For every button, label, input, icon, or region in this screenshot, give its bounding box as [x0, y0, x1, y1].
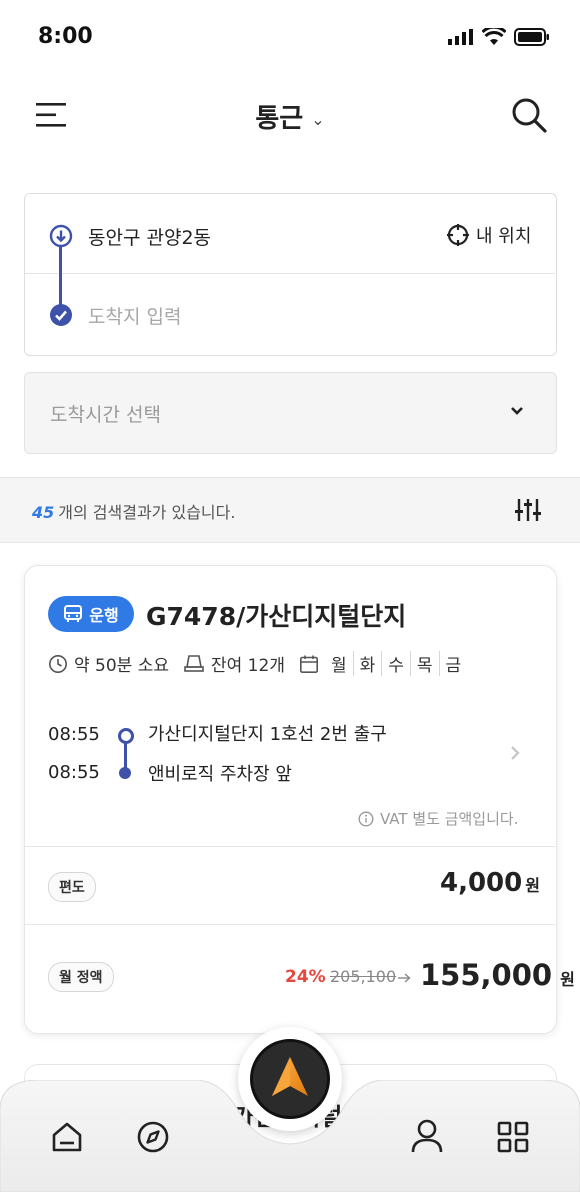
- oneway-label: 편도: [48, 872, 96, 902]
- monthly-currency: 원: [560, 970, 575, 989]
- info-icon: [358, 810, 374, 827]
- results-summary: 45 개의 검색결과가 있습니다.: [32, 499, 235, 523]
- battery-icon: [514, 28, 549, 46]
- days-item: 월 화 수 목 금: [299, 651, 467, 676]
- filter-button[interactable]: [514, 496, 542, 524]
- day-tue: 화: [354, 651, 383, 676]
- vat-note-text: VAT 별도 금액입니다.: [380, 810, 519, 828]
- oneway-price-value: 4,000: [440, 868, 523, 898]
- day-mon: 월: [325, 651, 354, 676]
- navigation-arrow-icon: [272, 1057, 308, 1096]
- compass-icon: [137, 1121, 169, 1153]
- signal-icon: [448, 29, 473, 45]
- arrival-time: 08:55: [48, 762, 100, 783]
- nav-explore[interactable]: [136, 1120, 170, 1154]
- status-badge: 운행: [48, 596, 134, 632]
- destination-input[interactable]: 도착지 입력: [88, 302, 181, 329]
- my-location-label: 내 위치: [476, 226, 532, 247]
- search-icon: [512, 98, 547, 133]
- bus-icon: [64, 605, 83, 622]
- oneway-price: 4,000 원: [440, 868, 540, 898]
- departure-stop: 가산디지털단지 1호선 2번 출구: [148, 724, 387, 745]
- seats-text: 잔여 12개: [211, 656, 285, 676]
- monthly-label: 월 정액: [48, 962, 114, 992]
- grid-icon: [497, 1121, 529, 1153]
- status-time: 8:00: [38, 24, 93, 49]
- status-badge-label: 운행: [89, 606, 119, 625]
- oneway-currency: 원: [525, 876, 540, 895]
- results-suffix: 개의 검색결과가 있습니다.: [58, 503, 236, 522]
- status-icons: [448, 28, 550, 46]
- page-title: 통근: [255, 104, 304, 134]
- user-icon: [411, 1119, 443, 1153]
- price-divider: [25, 846, 555, 847]
- discount-rate: 24%: [285, 967, 326, 987]
- departure-stop-marker: [118, 728, 134, 744]
- chevron-right-icon[interactable]: [508, 744, 522, 762]
- results-count: 45: [32, 503, 55, 522]
- arrival-stop-marker: [119, 767, 131, 779]
- duration-text: 약 50분 소요: [74, 656, 169, 676]
- route-meta: 약 50분 소요 잔여 12개 월 화 수 목 금: [48, 651, 481, 676]
- nav-profile[interactable]: [410, 1118, 444, 1154]
- nav-home[interactable]: [50, 1120, 84, 1154]
- vat-note: VAT 별도 금액입니다.: [358, 808, 518, 829]
- route-name: G7478/가산디지털단지: [146, 602, 407, 631]
- route-connector-line: [59, 243, 62, 305]
- monthly-price-value: 155,000: [420, 958, 553, 992]
- origin-field[interactable]: 동안구 관양2동: [88, 223, 211, 250]
- day-fri: 금: [445, 656, 462, 676]
- arrival-stop: 앤비로직 주차장 앞: [148, 764, 292, 785]
- wifi-icon: [482, 28, 506, 45]
- search-button[interactable]: [510, 96, 548, 134]
- price-divider-2: [25, 924, 555, 925]
- page-title-dropdown[interactable]: 통근 ⌄: [0, 98, 580, 135]
- origin-icon: [49, 224, 73, 248]
- arrow-right-icon: [398, 973, 411, 983]
- home-icon: [52, 1122, 82, 1152]
- day-thu: 목: [411, 651, 440, 676]
- monthly-price: 155,000 원: [420, 958, 575, 992]
- duration-item: 약 50분 소요: [48, 651, 169, 676]
- seats-item: 잔여 12개: [183, 651, 285, 676]
- sliders-icon: [515, 499, 541, 521]
- chevron-down-icon: [511, 407, 523, 415]
- route-divider: [25, 273, 555, 274]
- original-price: 205,100: [330, 967, 397, 986]
- destination-check-icon: [50, 304, 72, 326]
- arrival-time-placeholder: 도착시간 선택: [50, 404, 161, 426]
- departure-time: 08:55: [48, 724, 100, 745]
- day-wed: 수: [382, 651, 411, 676]
- calendar-icon: [299, 655, 318, 673]
- crosshair-icon: [447, 224, 469, 246]
- clock-icon: [49, 654, 67, 673]
- route-card: [24, 193, 557, 356]
- chevron-down-icon: ⌄: [311, 110, 325, 129]
- nav-more[interactable]: [496, 1120, 530, 1154]
- my-location-button[interactable]: 내 위치: [446, 222, 531, 248]
- seat-icon: [184, 654, 204, 672]
